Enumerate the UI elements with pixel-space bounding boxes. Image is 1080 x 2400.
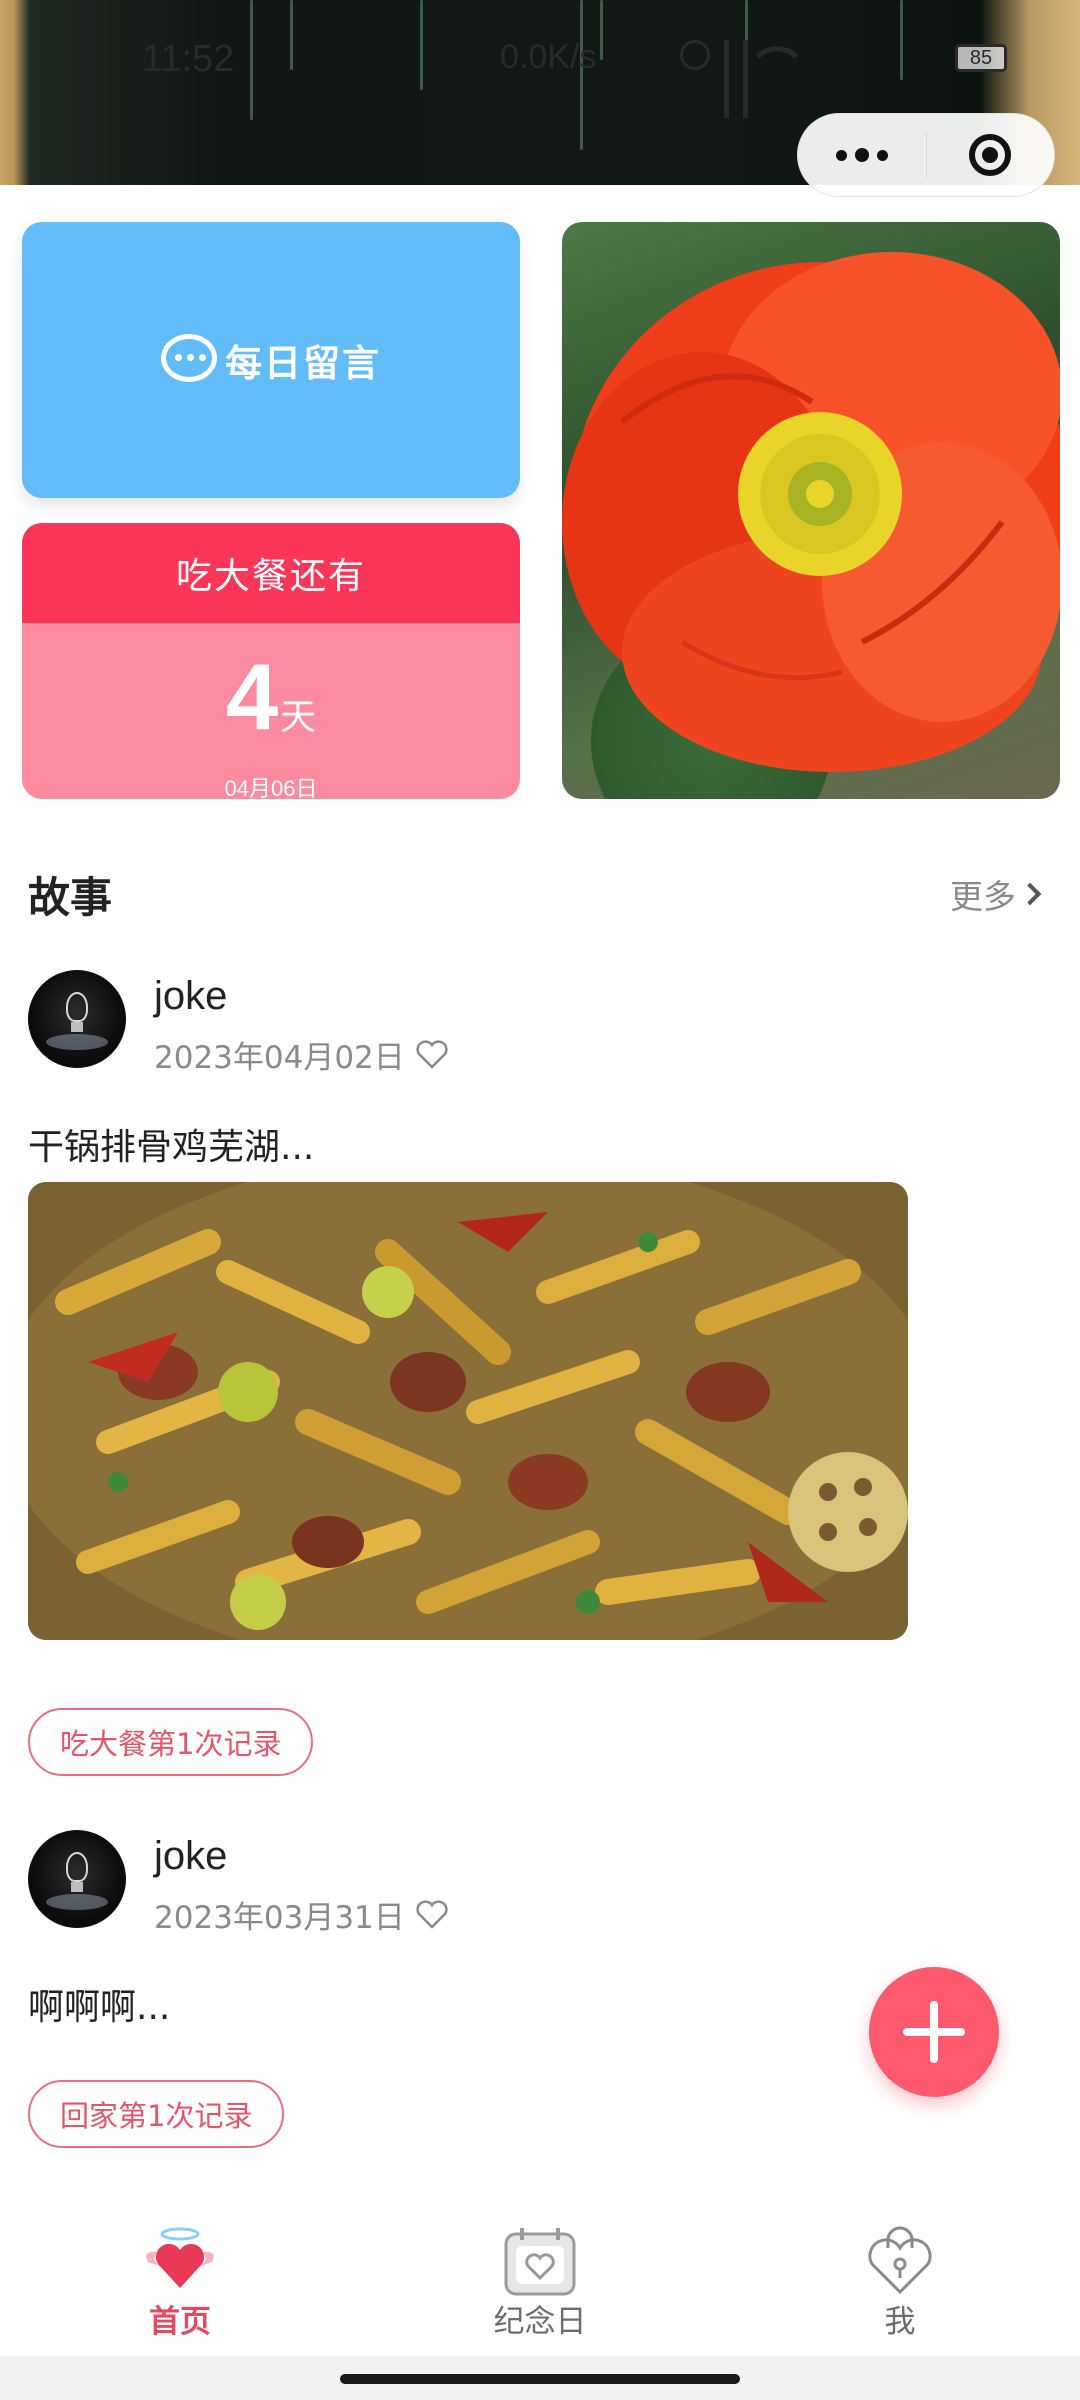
post-author: joke [154,1834,228,1878]
tab-me[interactable]: 我 [720,2196,1080,2356]
post-text: 干锅排骨鸡芜湖... [28,1127,315,1168]
countdown-number: 4 [225,644,279,749]
tab-anniversary[interactable]: 纪念日 [360,2196,720,2356]
winged-heart-icon [146,2227,214,2288]
status-bar: 11:52 0.0K/s 85 [0,0,1080,120]
tab-home-label: 首页 [149,2304,211,2340]
post-author: joke [154,974,228,1018]
bottom-tab-bar: 首页 纪念日 我 [0,2196,1080,2356]
post-meta: 2023年03月31日 [154,1892,449,1937]
signal-icon [724,40,729,118]
stories-header: 故事 更多 [28,858,1042,922]
add-story-button[interactable] [869,1967,999,2097]
more-label: 更多 [950,877,1016,916]
stories-title: 故事 [28,873,113,922]
tab-me-label: 我 [884,2304,916,2340]
avatar[interactable] [28,1830,126,1928]
chevron-right-icon [1018,882,1042,906]
status-time: 11:52 [142,38,235,80]
mini-program-capsule [797,113,1055,197]
alarm-icon [680,40,710,70]
flower-photo[interactable] [562,222,1060,799]
more-dots-icon[interactable] [798,113,926,197]
countdown-card[interactable]: 吃大餐还有 4 天 04月06日 [22,523,520,799]
home-indicator[interactable] [340,2374,740,2384]
post-date: 2023年04月02日 [154,1040,405,1076]
daily-message-label: 每日留言 [225,342,381,385]
avatar[interactable] [28,970,126,1068]
stories-more-link[interactable]: 更多 [950,870,1042,918]
post-tag[interactable]: 回家第1次记录 [28,2080,285,2148]
heart-outline-icon[interactable] [415,1899,449,1930]
wifi-icon [755,33,799,77]
countdown-unit: 天 [280,697,317,738]
post-meta: 2023年04月02日 [154,1032,449,1077]
tab-anniversary-label: 纪念日 [493,2304,587,2340]
chat-bubble-icon [161,334,219,386]
signal-icon-2 [743,40,748,118]
post-date: 2023年03月31日 [154,1900,405,1936]
post-tag[interactable]: 吃大餐第1次记录 [28,1708,314,1776]
heart-outline-icon[interactable] [415,1039,449,1070]
tab-home[interactable]: 首页 [0,2196,360,2356]
countdown-date: 04月06日 [224,776,318,799]
countdown-body: 4 天 04月06日 [22,623,520,799]
countdown-title: 吃大餐还有 [22,523,520,623]
story-post[interactable]: joke 2023年04月02日 干锅排骨鸡芜湖... 吃大餐第1次记录 [28,970,1058,1790]
calendar-heart-icon [504,2228,576,2296]
daily-message-card[interactable]: 每日留言 [22,222,520,498]
heart-lock-icon [868,2226,932,2295]
network-speed: 0.0K/s [500,38,597,76]
post-food-photo[interactable] [28,1182,908,1640]
battery-indicator: 85 [955,44,1007,72]
target-circle-icon[interactable] [927,113,1055,197]
post-text: 啊啊啊... [28,1987,171,2028]
status-icons [680,33,799,118]
